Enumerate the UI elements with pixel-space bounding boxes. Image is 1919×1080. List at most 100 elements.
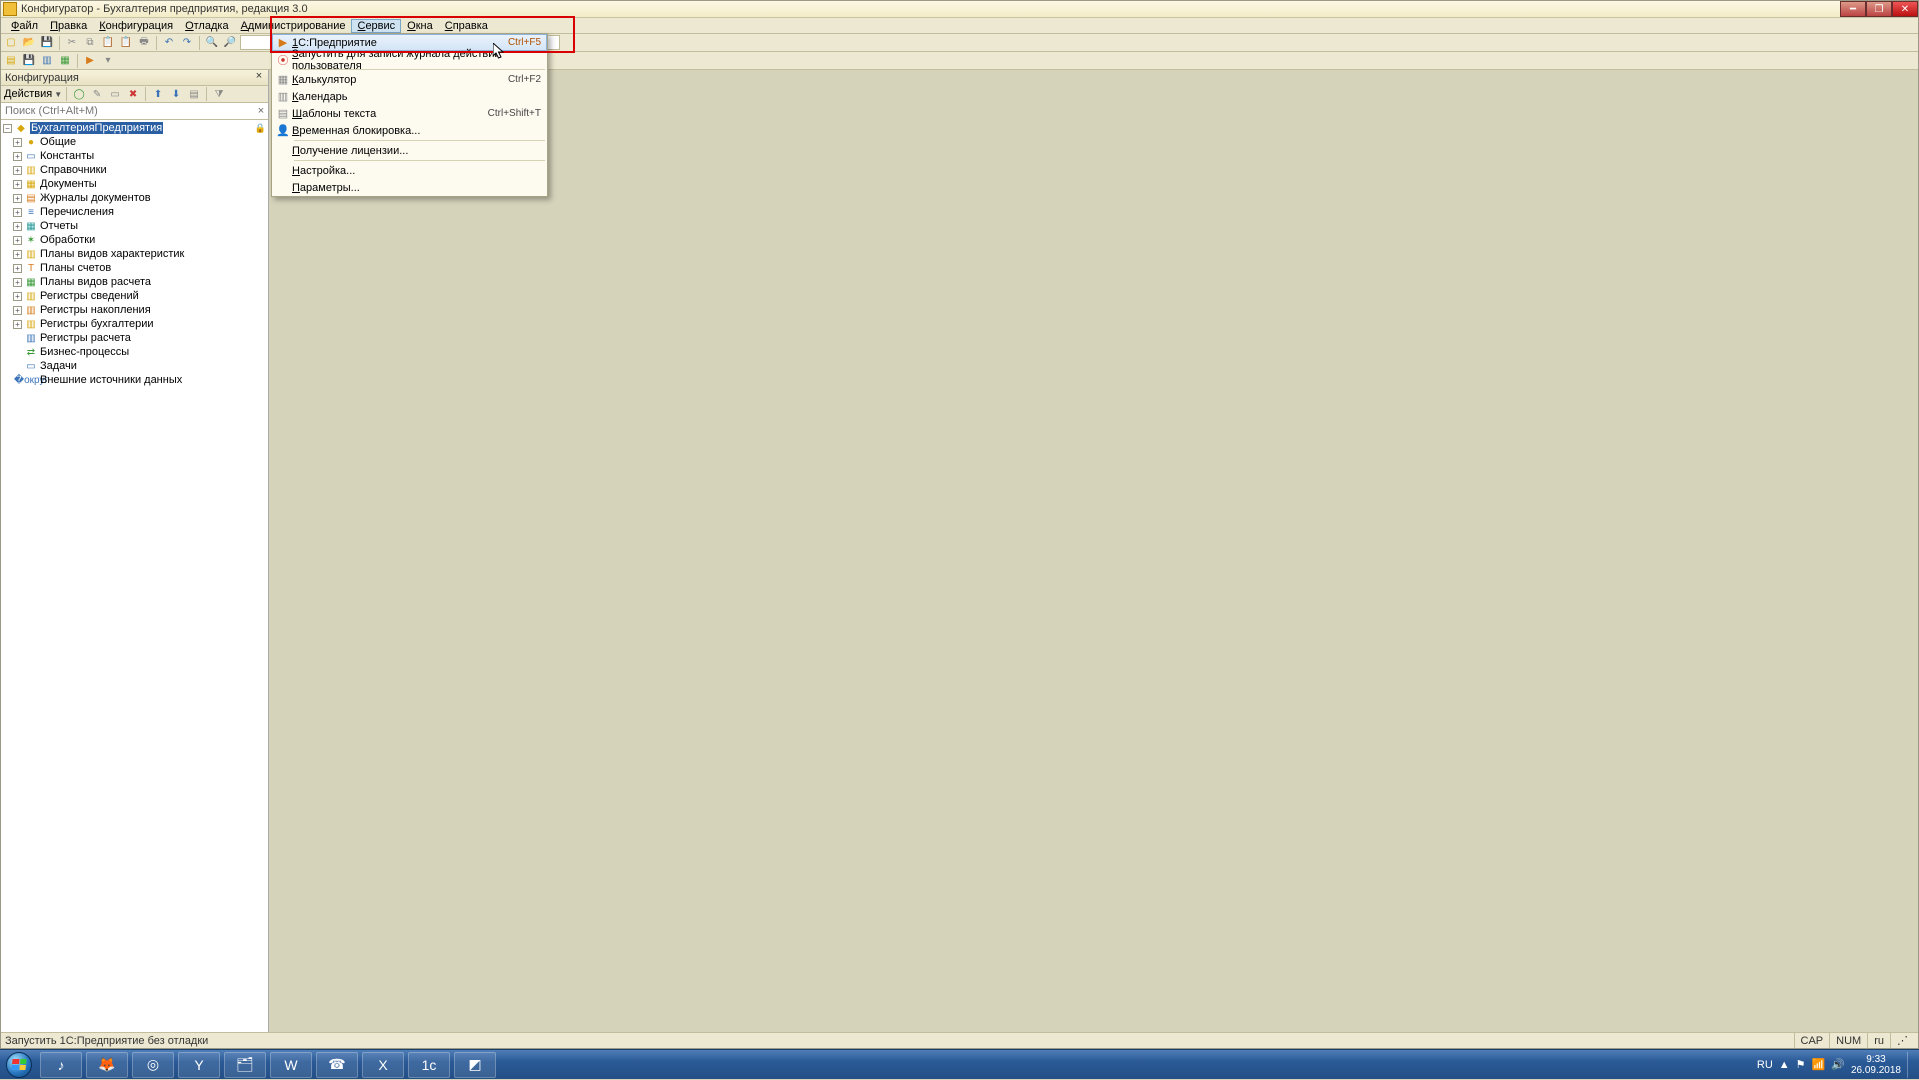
tray-lang[interactable]: RU bbox=[1757, 1059, 1773, 1071]
find-next-icon[interactable]: 🔎 bbox=[222, 35, 238, 51]
menu-item-label: Календарь bbox=[292, 91, 541, 103]
tree-item[interactable]: +⇄Бизнес-процессы bbox=[1, 345, 268, 359]
prop-icon[interactable]: ▭ bbox=[107, 86, 123, 102]
config-tree[interactable]: −◆БухгалтерияПредприятия🔒+●Общие+▭Конста… bbox=[1, 120, 268, 1032]
menu-item-label: Настройка... bbox=[292, 165, 541, 177]
menu-окна[interactable]: Окна bbox=[401, 19, 439, 33]
app-icon bbox=[3, 2, 17, 16]
taskbar-firefox[interactable]: 🦊 bbox=[86, 1052, 128, 1078]
taskbar-1c[interactable]: 1c bbox=[408, 1052, 450, 1078]
menu-файл[interactable]: Файл bbox=[5, 19, 44, 33]
tray-clock[interactable]: 9:33 26.09.2018 bbox=[1851, 1054, 1901, 1076]
run-icon[interactable]: ▶ bbox=[82, 53, 98, 69]
save-icon[interactable]: 💾 bbox=[39, 35, 55, 51]
taskbar-yandex[interactable]: Y bbox=[178, 1052, 220, 1078]
tree-item[interactable]: +✶Обработки bbox=[1, 233, 268, 247]
print-icon[interactable]: 🖶 bbox=[136, 35, 152, 51]
tree-item[interactable]: +▥Регистры сведений bbox=[1, 289, 268, 303]
taskbar-word[interactable]: W bbox=[270, 1052, 312, 1078]
tree-item[interactable]: +▥Регистры расчета bbox=[1, 331, 268, 345]
menu-item[interactable]: Параметры... bbox=[272, 179, 547, 196]
show-desktop-button[interactable] bbox=[1907, 1052, 1915, 1078]
paste2-icon[interactable]: 📋 bbox=[118, 35, 134, 51]
tree-item[interactable]: +▦Отчеты bbox=[1, 219, 268, 233]
menu-item[interactable]: ▥Календарь bbox=[272, 88, 547, 105]
menu-отладка[interactable]: Отладка bbox=[179, 19, 235, 33]
tree-item[interactable]: +ТПланы счетов bbox=[1, 261, 268, 275]
menu-item[interactable]: ⦿Запустить для записи журнала действий п… bbox=[272, 51, 547, 68]
folder-icon[interactable]: ▥ bbox=[39, 53, 55, 69]
tree-item[interactable]: +▭Задачи bbox=[1, 359, 268, 373]
actions-menu[interactable]: Действия ▼ bbox=[4, 88, 62, 100]
menu-item[interactable]: Настройка... bbox=[272, 162, 547, 179]
tree-item[interactable]: +�округВнешние источники данных bbox=[1, 373, 268, 387]
menu-справка[interactable]: Справка bbox=[439, 19, 494, 33]
edit-icon[interactable]: ✎ bbox=[89, 86, 105, 102]
table-icon[interactable]: ▦ bbox=[57, 53, 73, 69]
save-db-icon[interactable]: 💾 bbox=[21, 53, 37, 69]
redo-icon[interactable]: ↷ bbox=[179, 35, 195, 51]
tree-item[interactable]: +▦Планы видов расчета bbox=[1, 275, 268, 289]
tray-flag-icon[interactable]: ▲ bbox=[1779, 1059, 1790, 1071]
cut-icon[interactable]: ✂ bbox=[64, 35, 80, 51]
down-icon[interactable]: ⬇ bbox=[168, 86, 184, 102]
paste-icon[interactable]: 📋 bbox=[100, 35, 116, 51]
taskbar-chrome[interactable]: ◎ bbox=[132, 1052, 174, 1078]
clear-search-icon[interactable]: × bbox=[254, 105, 268, 117]
menu-правка[interactable]: Правка bbox=[44, 19, 93, 33]
play-icon: ▶ bbox=[274, 36, 292, 49]
panel-close-icon[interactable]: × bbox=[252, 70, 266, 84]
taskbar-winamp[interactable]: ♪ bbox=[40, 1052, 82, 1078]
tree-item[interactable]: +≡Перечисления bbox=[1, 205, 268, 219]
tree-item[interactable]: +▥Планы видов характеристик bbox=[1, 247, 268, 261]
tree-item[interactable]: +▥Регистры накопления bbox=[1, 303, 268, 317]
node-icon: ▦ bbox=[24, 178, 38, 190]
lock-icon: 👤 bbox=[274, 124, 292, 137]
menu-separator bbox=[294, 160, 545, 161]
node-icon: ▭ bbox=[24, 360, 38, 372]
open-icon[interactable]: 📂 bbox=[21, 35, 37, 51]
copy-icon[interactable]: ⧉ bbox=[82, 35, 98, 51]
tree-item[interactable]: +▭Константы bbox=[1, 149, 268, 163]
menu-администрирование[interactable]: Администрирование bbox=[235, 19, 352, 33]
up-icon[interactable]: ⬆ bbox=[150, 86, 166, 102]
maximize-button[interactable]: ❐ bbox=[1866, 1, 1892, 17]
undo-icon[interactable]: ↶ bbox=[161, 35, 177, 51]
separator bbox=[145, 87, 146, 101]
menu-item[interactable]: Получение лицензии... bbox=[272, 142, 547, 159]
tree-item[interactable]: +▥Регистры бухгалтерии bbox=[1, 317, 268, 331]
taskbar-excel[interactable]: X bbox=[362, 1052, 404, 1078]
dropdown-icon[interactable]: ▾ bbox=[100, 53, 116, 69]
tray-action-center-icon[interactable]: ⚑ bbox=[1796, 1058, 1806, 1071]
node-label: Планы счетов bbox=[40, 262, 111, 274]
menu-item[interactable]: 👤Временная блокировка... bbox=[272, 122, 547, 139]
menu-item[interactable]: ▦КалькуляторCtrl+F2 bbox=[272, 71, 547, 88]
start-button[interactable] bbox=[0, 1050, 38, 1080]
actions-label: Действия bbox=[4, 88, 52, 100]
tree-item[interactable]: +●Общие bbox=[1, 135, 268, 149]
new-icon[interactable]: ▢ bbox=[3, 35, 19, 51]
taskbar-snagit[interactable]: ◩ bbox=[454, 1052, 496, 1078]
taskbar-explorer[interactable]: 🗂 bbox=[224, 1052, 266, 1078]
delete-icon[interactable]: ✖ bbox=[125, 86, 141, 102]
menu-item[interactable]: ▤Шаблоны текстаCtrl+Shift+T bbox=[272, 105, 547, 122]
record-icon: ⦿ bbox=[274, 52, 292, 68]
sort-icon[interactable]: ▤ bbox=[186, 86, 202, 102]
minimize-button[interactable]: ━ bbox=[1840, 1, 1866, 17]
menu-сервис[interactable]: Сервис bbox=[351, 19, 401, 33]
tray-network-icon[interactable]: 📶 bbox=[1812, 1058, 1826, 1071]
tree-root[interactable]: −◆БухгалтерияПредприятия🔒 bbox=[1, 121, 268, 135]
taskbar-viber[interactable]: ☎ bbox=[316, 1052, 358, 1078]
tree-item[interactable]: +▤Журналы документов bbox=[1, 191, 268, 205]
menu-конфигурация[interactable]: Конфигурация bbox=[93, 19, 179, 33]
filter-icon[interactable]: ⧩ bbox=[211, 86, 227, 102]
add-icon[interactable]: ◯ bbox=[71, 86, 87, 102]
tray-sound-icon[interactable]: 🔊 bbox=[1831, 1058, 1845, 1071]
config-icon[interactable]: ▤ bbox=[3, 53, 19, 69]
tree-item[interactable]: +▦Документы bbox=[1, 177, 268, 191]
tree-item[interactable]: +▥Справочники bbox=[1, 163, 268, 177]
tree-search-input[interactable] bbox=[1, 104, 254, 119]
find-icon[interactable]: 🔍 bbox=[204, 35, 220, 51]
close-button[interactable]: ✕ bbox=[1892, 1, 1918, 17]
panel-toolbar: Действия ▼ ◯ ✎ ▭ ✖ ⬆ ⬇ ▤ ⧩ bbox=[1, 86, 268, 103]
